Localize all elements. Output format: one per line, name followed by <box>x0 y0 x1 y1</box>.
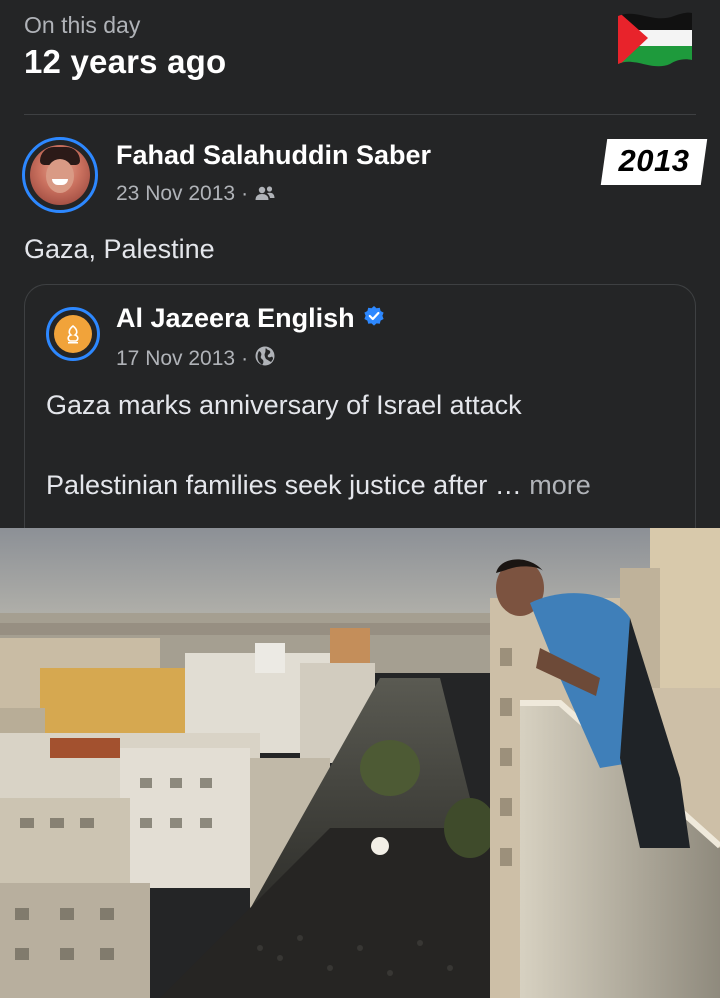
year-badge-label: 2013 <box>618 143 690 178</box>
shared-headline: Gaza marks anniversary of Israel attack <box>46 390 522 420</box>
shared-description-row: Palestinian families seek justice after … <box>46 470 591 501</box>
friends-icon[interactable] <box>254 185 276 203</box>
header-divider <box>24 114 696 115</box>
globe-icon[interactable] <box>254 345 276 373</box>
shared-meta: 17 Nov 2013 · <box>116 345 276 373</box>
author-name[interactable]: Fahad Salahuddin Saber <box>116 140 431 171</box>
memory-subtitle: On this day <box>24 12 141 38</box>
post-text: Gaza, Palestine <box>24 234 215 264</box>
shared-description: Palestinian families seek justice after … <box>46 470 522 500</box>
shared-date[interactable]: 17 Nov 2013 <box>116 347 235 371</box>
meta-separator: · <box>241 182 249 205</box>
source-avatar[interactable] <box>46 307 100 361</box>
source-name-row: Al Jazeera English <box>116 303 385 334</box>
memory-title: 12 years ago <box>24 43 227 80</box>
verified-badge-icon <box>363 303 385 334</box>
palestine-flag-icon <box>614 8 696 68</box>
year-badge: 2013 <box>600 139 708 185</box>
author-avatar[interactable] <box>22 137 98 213</box>
al-jazeera-logo-icon <box>67 324 79 344</box>
see-more-link[interactable]: more <box>529 470 591 500</box>
post-meta: 23 Nov 2013 · <box>116 182 276 206</box>
source-name[interactable]: Al Jazeera English <box>116 303 355 334</box>
shared-photo[interactable] <box>0 528 720 998</box>
memory-header: On this day 12 years ago <box>24 12 226 81</box>
post-date[interactable]: 23 Nov 2013 <box>116 182 235 206</box>
meta-separator: · <box>241 347 249 370</box>
